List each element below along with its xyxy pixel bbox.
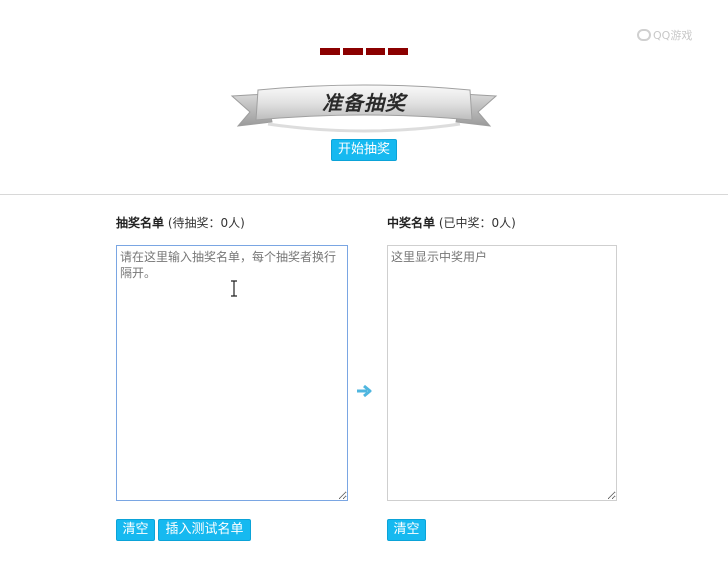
result-display — [320, 48, 408, 56]
clear-participants-button[interactable]: 清空 — [116, 519, 155, 541]
start-draw-button[interactable]: 开始抽奖 — [331, 139, 397, 161]
winner-list-output[interactable] — [387, 245, 617, 501]
banner-title: 准备抽奖 — [322, 91, 406, 115]
right-panel-title: 中奖名单 (已中奖：0人) — [387, 214, 516, 232]
watermark: QQ游戏 — [637, 26, 707, 44]
participant-list-title: 抽奖名单 — [116, 216, 165, 230]
winner-count: (已中奖：0人) — [438, 216, 516, 230]
watermark-text: QQ游戏 — [653, 29, 693, 42]
pending-count: (待抽奖：0人) — [167, 216, 245, 230]
placeholder-dash — [365, 48, 386, 55]
placeholder-dash — [388, 48, 408, 55]
winner-list-title: 中奖名单 — [387, 216, 436, 230]
placeholder-dash — [320, 48, 340, 55]
clear-winners-button[interactable]: 清空 — [387, 519, 426, 541]
left-panel-title: 抽奖名单 (待抽奖：0人) — [116, 214, 245, 232]
placeholder-dash — [342, 48, 363, 55]
insert-test-list-button[interactable]: 插入测试名单 — [158, 519, 251, 541]
divider — [0, 194, 728, 195]
qq-logo-icon — [637, 29, 651, 41]
arrow-right-icon — [357, 384, 372, 398]
text-cursor-icon — [231, 280, 237, 297]
